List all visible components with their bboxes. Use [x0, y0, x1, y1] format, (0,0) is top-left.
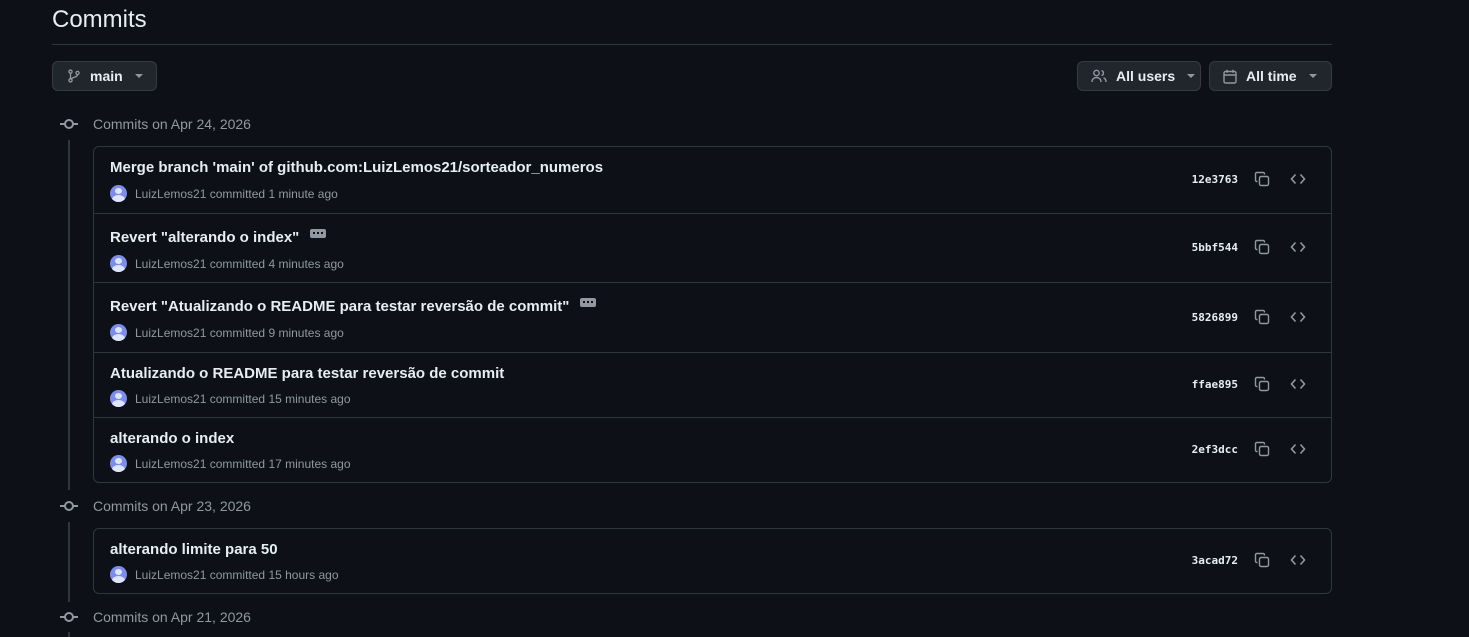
commit-message-link[interactable]: Revert "alterando o index"	[110, 229, 327, 246]
code-icon[interactable]	[1290, 441, 1306, 457]
time-filter-label: All time	[1246, 68, 1297, 84]
commit-group-date: Commits on Apr 24, 2026	[93, 116, 251, 132]
commit-row: alterando o index LuizLemos21 committed …	[94, 417, 1331, 482]
users-filter-button[interactable]: All users	[1077, 61, 1201, 91]
commit-time: 15 minutes ago	[268, 391, 351, 406]
time-filter-button[interactable]: All time	[1209, 61, 1332, 91]
chevron-down-icon	[1308, 74, 1317, 78]
ellipsis-icon[interactable]	[310, 229, 327, 238]
avatar[interactable]	[110, 390, 127, 407]
commit-time: 9 minutes ago	[268, 325, 344, 340]
commit-group-heading: Commits on Apr 23, 2026	[60, 496, 251, 516]
commit-author[interactable]: LuizLemos21	[135, 326, 206, 340]
code-icon[interactable]	[1290, 552, 1306, 568]
chevron-down-icon	[1187, 74, 1196, 78]
commit-sha-link[interactable]: 2ef3dcc	[1192, 443, 1238, 456]
commit-time: 17 minutes ago	[268, 456, 351, 471]
commit-time: 1 minute ago	[268, 186, 338, 201]
commit-meta: LuizLemos21 committed 15 hours ago	[110, 566, 339, 583]
commit-sha-link[interactable]: 5826899	[1192, 311, 1238, 324]
copy-icon[interactable]	[1254, 171, 1270, 187]
commit-sha-link[interactable]: 12e3763	[1192, 173, 1238, 186]
commit-action: committed	[209, 256, 266, 271]
commit-row: Atualizando o README para testar reversã…	[94, 352, 1331, 417]
code-icon[interactable]	[1290, 309, 1306, 325]
commit-meta: LuizLemos21 committed 15 minutes ago	[110, 390, 351, 407]
users-filter-label: All users	[1116, 68, 1176, 84]
commit-author[interactable]: LuizLemos21	[135, 257, 206, 271]
commit-message[interactable]: Revert "alterando o index"	[110, 229, 299, 246]
copy-icon[interactable]	[1254, 376, 1270, 392]
commit-group-heading: Commits on Apr 24, 2026	[60, 114, 251, 134]
git-commit-icon	[60, 610, 78, 624]
avatar[interactable]	[110, 566, 127, 583]
commit-action: committed	[209, 391, 266, 406]
avatar[interactable]	[110, 455, 127, 472]
timeline-line	[68, 140, 70, 490]
commit-message-link[interactable]: Atualizando o README para testar reversã…	[110, 365, 504, 382]
git-commit-icon	[60, 499, 78, 513]
commit-message-link[interactable]: alterando o index	[110, 430, 234, 447]
commit-meta: LuizLemos21 committed 1 minute ago	[110, 185, 338, 202]
calendar-icon	[1223, 69, 1237, 84]
git-branch-icon	[67, 69, 81, 83]
copy-icon[interactable]	[1254, 552, 1270, 568]
commit-author[interactable]: LuizLemos21	[135, 392, 206, 406]
commit-author[interactable]: LuizLemos21	[135, 568, 206, 582]
commit-row: Revert "Atualizando o README para testar…	[94, 282, 1331, 352]
avatar[interactable]	[110, 185, 127, 202]
commit-message-link[interactable]: Merge branch 'main' of github.com:LuizLe…	[110, 159, 603, 176]
commit-message-link[interactable]: Revert "Atualizando o README para testar…	[110, 298, 597, 315]
code-icon[interactable]	[1290, 376, 1306, 392]
commit-time: 4 minutes ago	[268, 256, 344, 271]
commit-message-link[interactable]: alterando limite para 50	[110, 541, 278, 558]
commit-action: committed	[209, 456, 266, 471]
avatar[interactable]	[110, 255, 127, 272]
commit-meta: LuizLemos21 committed 17 minutes ago	[110, 455, 351, 472]
ellipsis-icon[interactable]	[580, 298, 597, 307]
commit-meta: LuizLemos21 committed 4 minutes ago	[110, 255, 344, 272]
code-icon[interactable]	[1290, 171, 1306, 187]
commit-author[interactable]: LuizLemos21	[135, 187, 206, 201]
commit-group-date: Commits on Apr 21, 2026	[93, 609, 251, 625]
commit-row: alterando limite para 50 LuizLemos21 com…	[94, 529, 1331, 593]
commit-action: committed	[209, 186, 266, 201]
branch-selector-button[interactable]: main	[52, 61, 157, 91]
commit-sha-link[interactable]: ffae895	[1192, 378, 1238, 391]
code-icon[interactable]	[1290, 239, 1306, 255]
commit-meta: LuizLemos21 committed 9 minutes ago	[110, 324, 344, 341]
timeline-line	[68, 632, 70, 637]
commit-group-date: Commits on Apr 23, 2026	[93, 498, 251, 514]
commit-sha-link[interactable]: 5bbf544	[1192, 241, 1238, 254]
timeline-line	[68, 522, 70, 602]
page-title: Commits	[52, 6, 147, 33]
commit-action: committed	[209, 325, 266, 340]
copy-icon[interactable]	[1254, 239, 1270, 255]
branch-label: main	[90, 68, 123, 84]
commit-row: Merge branch 'main' of github.com:LuizLe…	[94, 147, 1331, 213]
copy-icon[interactable]	[1254, 441, 1270, 457]
commit-author[interactable]: LuizLemos21	[135, 457, 206, 471]
commit-message[interactable]: alterando limite para 50	[110, 541, 278, 558]
commit-message[interactable]: Merge branch 'main' of github.com:LuizLe…	[110, 159, 603, 176]
commit-sha-link[interactable]: 3acad72	[1192, 554, 1238, 567]
commit-list: alterando limite para 50 LuizLemos21 com…	[93, 528, 1332, 594]
avatar[interactable]	[110, 324, 127, 341]
copy-icon[interactable]	[1254, 309, 1270, 325]
commit-time: 15 hours ago	[268, 567, 339, 582]
commit-row: Revert "alterando o index" LuizLemos21 c…	[94, 213, 1331, 282]
commit-message[interactable]: Atualizando o README para testar reversã…	[110, 365, 504, 382]
git-commit-icon	[60, 117, 78, 131]
chevron-down-icon	[134, 74, 143, 78]
commit-message[interactable]: Revert "Atualizando o README para testar…	[110, 298, 569, 315]
commit-action: committed	[209, 567, 266, 582]
commit-list: Merge branch 'main' of github.com:LuizLe…	[93, 146, 1332, 483]
title-divider	[52, 44, 1332, 45]
people-icon	[1091, 69, 1107, 83]
commit-group-heading: Commits on Apr 21, 2026	[60, 607, 251, 627]
commit-message[interactable]: alterando o index	[110, 430, 234, 447]
